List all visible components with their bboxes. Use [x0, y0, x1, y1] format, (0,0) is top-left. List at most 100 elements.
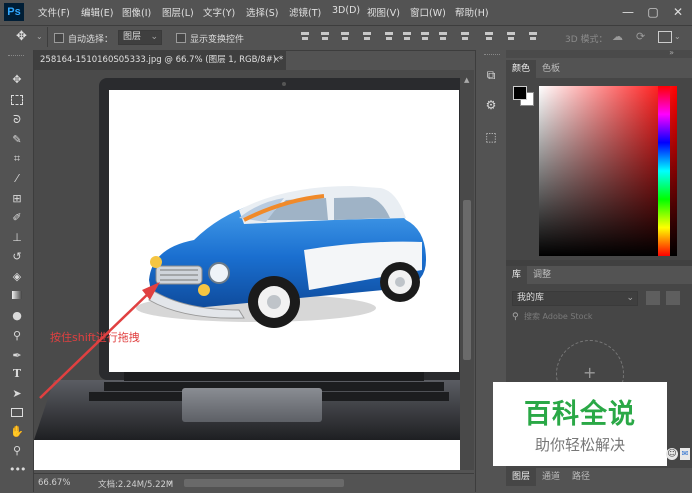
close-tab-icon[interactable]: ×	[273, 50, 280, 70]
auto-select-checkbox[interactable]	[54, 33, 64, 43]
distribute-vcenter-icon[interactable]	[438, 31, 448, 42]
align-bottom-icon[interactable]	[340, 31, 350, 42]
tab-adjustments[interactable]: 调整	[527, 266, 557, 284]
library-select[interactable]: 我的库 ⌄	[512, 291, 638, 306]
zoom-level[interactable]: 66.67%	[38, 478, 70, 488]
rectangle-icon[interactable]	[9, 405, 25, 420]
chevron-down-icon[interactable]: ⌄	[674, 32, 681, 41]
brush-icon[interactable]: ✐	[9, 210, 25, 225]
hue-slider[interactable]	[658, 86, 670, 256]
blur-icon[interactable]: ●	[9, 308, 25, 323]
menu-select[interactable]: 选择(S)	[246, 5, 278, 19]
layers-panel-tabs: 图层 通道 路径	[506, 468, 692, 486]
move-icon[interactable]: ✥	[9, 72, 25, 87]
canvas-area[interactable]: 按住shift进行拖拽	[34, 70, 460, 470]
menu-layer[interactable]: 图层(L)	[162, 5, 194, 19]
library-select-value: 我的库	[517, 293, 545, 303]
search-icon: ⚲	[512, 312, 519, 322]
menu-image[interactable]: 图像(I)	[122, 5, 151, 19]
path-select-icon[interactable]: ➤	[9, 386, 25, 401]
paragraph-panel-icon[interactable]: ⬚	[482, 130, 500, 148]
watermark-subtitle: 助你轻松解决	[534, 436, 625, 454]
menu-3d[interactable]: 3D(D)	[332, 5, 360, 16]
horizontal-scrollbar-thumb[interactable]	[184, 479, 344, 487]
toolbar-grip[interactable]	[8, 55, 24, 58]
quick-select-icon[interactable]: ✎	[9, 132, 25, 147]
document-tab-title: 258164-1510160S05333.jpg @ 66.7% (图层 1, …	[40, 55, 284, 65]
document-tab[interactable]: 258164-1510160S05333.jpg @ 66.7% (图层 1, …	[34, 50, 286, 70]
distribute-hcenter-icon[interactable]	[506, 31, 516, 42]
align-vcenter-icon[interactable]	[320, 31, 330, 42]
menu-edit[interactable]: 编辑(E)	[81, 5, 113, 19]
panel-header-bar: »	[506, 48, 692, 58]
tab-channels[interactable]: 通道	[536, 468, 566, 486]
eyedropper-icon[interactable]: ⁄	[9, 171, 25, 186]
tab-layers[interactable]: 图层	[506, 468, 537, 486]
mode-3d-label: 3D 模式：	[565, 35, 608, 45]
tab-paths[interactable]: 路径	[566, 468, 596, 486]
show-transform-checkbox[interactable]	[176, 33, 186, 43]
workspace-icon[interactable]	[658, 31, 672, 43]
list-view-icon[interactable]	[666, 291, 680, 305]
zoom-icon[interactable]: ⚲	[9, 443, 25, 458]
move-tool-preset-icon[interactable]: ✥	[16, 30, 32, 44]
more-tools-icon[interactable]: •••	[9, 462, 26, 477]
crop-icon[interactable]: ⌗	[9, 151, 25, 166]
history-brush-icon[interactable]: ↺	[9, 249, 25, 264]
menu-help[interactable]: 帮助(H)	[455, 5, 489, 19]
minimize-button[interactable]: —	[616, 2, 640, 22]
align-hcenter-icon[interactable]	[384, 31, 394, 42]
tools-panel: ✥ ᘐ ✎ ⌗ ⁄ ⊞ ✐ ⊥ ↺ ◈ ● ⚲ ✒ T ➤ ✋ ⚲ •••	[0, 50, 34, 492]
input-method-icon[interactable]: ✉	[680, 448, 690, 460]
align-top-icon[interactable]	[300, 31, 310, 42]
clone-stamp-icon[interactable]: ⊥	[9, 230, 25, 245]
status-menu-arrow[interactable]: ›	[168, 476, 172, 489]
healing-brush-icon[interactable]: ⊞	[9, 191, 25, 206]
dodge-icon[interactable]: ⚲	[9, 328, 25, 343]
distribute-left-icon[interactable]	[484, 31, 494, 42]
menu-view[interactable]: 视图(V)	[367, 5, 400, 19]
color-field[interactable]	[539, 86, 677, 256]
grid-view-icon[interactable]	[646, 291, 660, 305]
app-logo: Ps	[4, 3, 24, 21]
emoji-icon[interactable]: ☺	[666, 448, 678, 460]
maximize-button[interactable]: ▢	[641, 2, 665, 22]
strip-grip[interactable]	[484, 54, 500, 57]
menu-window[interactable]: 窗口(W)	[410, 5, 446, 19]
gradient-icon[interactable]	[9, 288, 25, 303]
chevron-down-icon: ⌄	[626, 293, 634, 303]
close-window-button[interactable]: ✕	[666, 2, 690, 22]
tab-color[interactable]: 颜色	[506, 60, 537, 78]
eraser-icon[interactable]: ◈	[9, 269, 25, 284]
chevron-down-icon[interactable]: ⌄	[36, 32, 43, 41]
align-left-icon[interactable]	[362, 31, 372, 42]
marquee-icon[interactable]	[9, 92, 25, 107]
tab-libraries[interactable]: 库	[506, 266, 528, 284]
scroll-up-icon[interactable]: ▲	[464, 76, 469, 84]
properties-panel-icon[interactable]: ⚙	[482, 98, 500, 116]
chevron-down-icon: ⌄	[150, 32, 158, 42]
history-panel-icon[interactable]: ⧉	[482, 68, 500, 86]
vertical-scrollbar[interactable]: ▲	[460, 70, 474, 470]
type-icon[interactable]: T	[9, 366, 25, 381]
auto-select-dropdown[interactable]: 图层 ⌄	[118, 30, 162, 45]
canvas-image[interactable]	[34, 70, 460, 470]
distribute-right-icon[interactable]	[528, 31, 538, 42]
distribute-bottom-icon[interactable]	[460, 31, 470, 42]
collapse-icon[interactable]: »	[669, 48, 674, 57]
distribute-top-icon[interactable]	[420, 31, 430, 42]
pen-icon[interactable]: ✒	[9, 348, 25, 363]
menu-file[interactable]: 文件(F)	[38, 5, 70, 19]
tab-swatches[interactable]: 色板	[536, 60, 566, 78]
orbit-3d-icon[interactable]: ☁	[612, 30, 628, 44]
foreground-color-swatch[interactable]	[513, 86, 527, 100]
auto-select-label: 自动选择：	[68, 35, 114, 45]
stock-search-input[interactable]: 搜索 Adobe Stock	[524, 310, 684, 324]
menu-type[interactable]: 文字(Y)	[203, 5, 235, 19]
roll-3d-icon[interactable]: ⟳	[636, 30, 652, 44]
hand-icon[interactable]: ✋	[9, 424, 25, 439]
align-right-icon[interactable]	[402, 31, 412, 42]
scrollbar-thumb[interactable]	[463, 200, 471, 360]
lasso-icon[interactable]: ᘐ	[9, 112, 25, 127]
menu-filter[interactable]: 滤镜(T)	[289, 5, 321, 19]
